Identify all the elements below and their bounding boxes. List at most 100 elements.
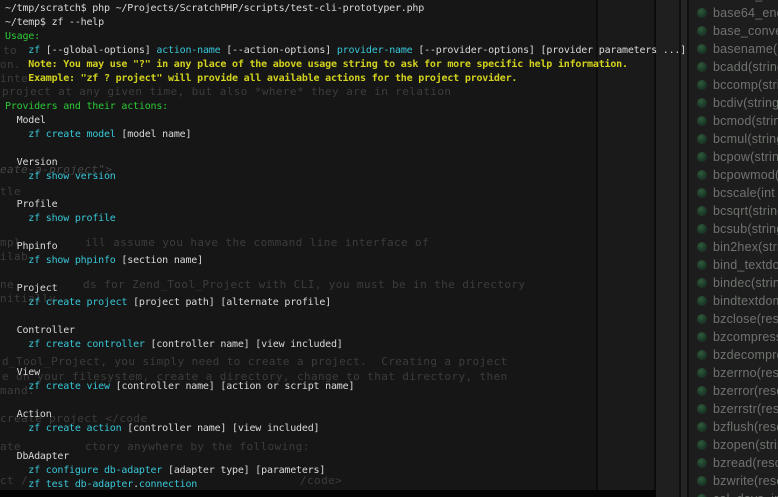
function-circle-icon	[697, 260, 707, 270]
terminal-text-segment	[5, 129, 28, 140]
terminal-text-segment: zf create project	[28, 297, 127, 308]
terminal-line: Profile	[5, 198, 686, 212]
function-list-item[interactable]: bzwrite(reso	[690, 472, 778, 490]
terminal-text-segment: zf create model	[28, 129, 115, 140]
function-circle-icon	[697, 224, 707, 234]
terminal-text-segment: Usage:	[5, 31, 40, 42]
function-list-item[interactable]: bzcompress	[690, 328, 778, 346]
terminal-line: zf show phpinfo [section name]	[5, 254, 686, 268]
terminal-text-segment: zf create controller	[28, 339, 144, 350]
terminal-line	[5, 352, 686, 366]
terminal-text-segment: [section name]	[116, 255, 203, 266]
function-list-item[interactable]: bcsub(string	[690, 220, 778, 238]
terminal-text-segment: [adapter type] [parameters]	[162, 465, 325, 476]
function-list-item[interactable]: cal_days_in	[690, 490, 778, 497]
terminal-text-segment: zf show version	[28, 171, 115, 182]
function-list-item[interactable]: bzerrstr(res	[690, 400, 778, 418]
function-list-item[interactable]: bzerror(reso	[690, 382, 778, 400]
function-circle-icon	[697, 206, 707, 216]
terminal-text-segment: [controller name] [view included]	[121, 423, 319, 434]
function-list-item[interactable]: base_conver	[690, 22, 778, 40]
function-list-item[interactable]: bzerrno(res	[690, 364, 778, 382]
terminal-line	[5, 184, 686, 198]
function-list-item[interactable]: bzclose(reso	[690, 310, 778, 328]
terminal-text-segment: [controller name] [view included]	[145, 339, 343, 350]
function-list-item[interactable]: basename(st	[690, 40, 778, 58]
function-list-item[interactable]: bzread(reso	[690, 454, 778, 472]
function-list-item[interactable]: base64_enco	[690, 4, 778, 22]
terminal-line: Project	[5, 282, 686, 296]
terminal-text-segment	[5, 479, 28, 490]
function-list-item-label: bzclose(reso	[713, 312, 778, 326]
terminal-line: DbAdapter	[5, 450, 686, 464]
terminal-text-segment	[5, 339, 28, 350]
function-list-item-label: bcpowmod(st	[713, 168, 778, 182]
function-circle-icon	[697, 350, 707, 360]
terminal-text-segment	[5, 213, 28, 224]
function-circle-icon	[697, 134, 707, 144]
terminal-text-segment	[5, 255, 28, 266]
terminal-line	[5, 310, 686, 324]
function-list-item[interactable]: bcmod(string	[690, 112, 778, 130]
terminal-text-segment: Version	[5, 157, 57, 168]
function-list-item-label: bzflush(reso	[713, 420, 778, 434]
terminal-line: zf create project [project path] [altern…	[5, 296, 686, 310]
function-list-item[interactable]: bindtextdom	[690, 292, 778, 310]
terminal-line	[5, 226, 686, 240]
terminal-line: zf show profile	[5, 212, 686, 226]
terminal-text-segment: provider-name	[337, 45, 413, 56]
function-list-item[interactable]: bzflush(reso	[690, 418, 778, 436]
terminal-line: Phpinfo	[5, 240, 686, 254]
terminal-text-segment	[5, 381, 28, 392]
function-list-item[interactable]: bcdiv(string	[690, 94, 778, 112]
terminal-text-segment: Providers and their actions:	[5, 101, 168, 112]
function-circle-icon	[697, 170, 707, 180]
function-list-item[interactable]: bcmul(string	[690, 130, 778, 148]
terminal-line: Example: "zf ? project" will provide all…	[5, 72, 686, 86]
function-list-item-label: bind_textdo	[713, 258, 778, 272]
function-circle-icon	[697, 8, 707, 18]
function-list-item-label: bcadd(string	[713, 60, 778, 74]
function-list-item[interactable]: bind_textdo	[690, 256, 778, 274]
function-list-item[interactable]: bcsqrt(string	[690, 202, 778, 220]
function-list-item[interactable]: bindec(string	[690, 274, 778, 292]
function-circle-icon	[697, 188, 707, 198]
terminal-text-segment: zf show profile	[28, 213, 115, 224]
terminal-line	[5, 86, 686, 100]
function-list-item[interactable]: bccomp(strin	[690, 76, 778, 94]
function-list-item[interactable]: bzopen(strin	[690, 436, 778, 454]
function-circle-icon	[697, 62, 707, 72]
terminal-line: Usage:	[5, 30, 686, 44]
terminal-text-segment: ~/tmp/scratch$ php ~/Projects/ScratchPHP…	[5, 3, 424, 14]
terminal-text-segment: Note: You may use "?" in any place of th…	[5, 59, 628, 70]
function-list-item-label: bindtextdom	[713, 294, 778, 308]
function-list-item-label: bzread(reso	[713, 456, 778, 470]
function-list-item-label: bcmul(string	[713, 132, 778, 146]
function-list-item-label: basename(st	[713, 42, 778, 56]
function-list-item[interactable]: bcscale(int $	[690, 184, 778, 202]
function-list-item-label: bcsqrt(string	[713, 204, 778, 218]
terminal-text-segment: ~/temp$ zf --help	[5, 17, 104, 28]
terminal-text-segment	[5, 297, 28, 308]
function-list-item-label: bcscale(int $	[713, 186, 778, 200]
function-list-item-label: cal_days_in	[713, 492, 778, 497]
function-list-item[interactable]: bcpow(string	[690, 148, 778, 166]
function-list-item[interactable]: bcpowmod(st	[690, 166, 778, 184]
function-list-item-label: bzopen(strin	[713, 438, 778, 452]
function-circle-icon	[697, 80, 707, 90]
function-list-item[interactable]: bcadd(string	[690, 58, 778, 76]
function-list-item[interactable]: bin2hex(strin	[690, 238, 778, 256]
function-list-panel: base64_decobase64_encobase_converbasenam…	[690, 0, 778, 497]
terminal-line: Note: You may use "?" in any place of th…	[5, 58, 686, 72]
function-list-item[interactable]: bzdecompre	[690, 346, 778, 364]
terminal-line: zf show version	[5, 170, 686, 184]
function-circle-icon	[697, 422, 707, 432]
function-list-item-label: bcdiv(string	[713, 96, 778, 110]
terminal-line: zf [--global-options] action-name [--act…	[5, 44, 686, 58]
terminal-text-segment	[5, 171, 28, 182]
terminal-text-segment: Model	[5, 115, 46, 126]
terminal-line	[5, 436, 686, 450]
terminal-line: Controller	[5, 324, 686, 338]
terminal-text-segment: Controller	[5, 325, 75, 336]
terminal-output[interactable]: ~/tmp/scratch$ php ~/Projects/ScratchPHP…	[5, 2, 686, 492]
